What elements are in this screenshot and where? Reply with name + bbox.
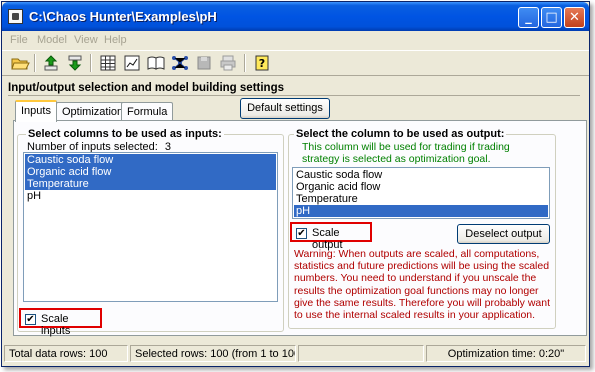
menu-view[interactable]: View [74,34,98,46]
menu-model[interactable]: Model [37,34,67,46]
scale-inputs-checkbox[interactable]: ✔ [25,314,36,325]
scale-inputs-label: Scale inputs [41,313,71,337]
scale-inputs-highlight: ✔ Scale inputs [19,308,102,337]
group-divider [8,95,580,96]
list-item[interactable]: Caustic soda flow [25,154,276,166]
save-disk-icon[interactable] [194,54,214,72]
list-item[interactable]: Temperature [25,178,276,190]
svg-text:?: ? [259,57,265,70]
tab-inputs[interactable]: Inputs [15,100,57,122]
default-settings-button[interactable]: Default settings [240,98,330,119]
close-button[interactable]: ✕ [564,7,585,28]
status-bar: Total data rows: 100 Selected rows: 100 … [2,344,589,366]
list-item[interactable]: Organic acid flow [294,181,548,193]
toolbar-separator [90,54,92,72]
download-icon[interactable] [65,54,85,72]
list-item[interactable]: pH [25,190,276,202]
help-icon[interactable]: ? [252,54,272,72]
app-icon [8,9,23,24]
list-item[interactable]: Caustic soda flow [294,169,548,181]
list-item[interactable]: Temperature [294,193,548,205]
window-title: C:\Chaos Hunter\Examples\pH [29,9,217,24]
chart-icon[interactable] [122,54,142,72]
network-icon[interactable] [170,54,190,72]
output-title: Select the column to be used as output: [294,128,507,140]
open-folder-icon[interactable] [10,54,30,72]
list-item[interactable]: pH [294,205,548,217]
list-item[interactable]: Organic acid flow [25,166,276,178]
toolbar-separator [34,54,36,72]
output-listbox[interactable]: Caustic soda flow Organic acid flow Temp… [292,167,550,219]
toolbar: ? [2,50,589,76]
status-selected-rows: Selected rows: 100 (from 1 to 100) [130,345,296,362]
tab-formula[interactable]: Formula [121,102,174,121]
menu-help[interactable]: Help [104,34,127,46]
minimize-button[interactable]: _ [518,7,539,28]
menu-bar: File Model View Help [2,31,589,50]
inputs-title: Select columns to be used as inputs: [26,128,224,140]
upload-icon[interactable] [41,54,61,72]
title-bar[interactable]: C:\Chaos Hunter\Examples\pH _ □ ✕ [2,2,589,31]
grid-icon[interactable] [98,54,118,72]
print-icon[interactable] [218,54,238,72]
menu-file[interactable]: File [10,34,28,46]
tab-optimization[interactable]: Optimization [56,102,130,121]
output-trading-note: This column will be used for trading if … [302,141,510,165]
status-total-rows: Total data rows: 100 [4,345,128,362]
status-empty [298,345,424,362]
status-optimization-time: Optimization time: 0:20" [426,345,586,362]
maximize-button[interactable]: □ [541,7,562,28]
scale-output-checkbox[interactable]: ✔ [296,228,307,239]
deselect-output-button[interactable]: Deselect output [457,224,550,244]
scaling-warning-text: Warning: When outputs are scaled, all co… [294,248,551,322]
app-window: C:\Chaos Hunter\Examples\pH _ □ ✕ File M… [1,1,590,367]
inputs-listbox[interactable]: Caustic soda flow Organic acid flow Temp… [23,152,278,302]
settings-group-title: Input/output selection and model buildin… [8,82,284,94]
toolbar-separator [244,54,246,72]
book-icon[interactable] [146,54,166,72]
scale-output-highlight: ✔ Scale output [290,222,372,251]
